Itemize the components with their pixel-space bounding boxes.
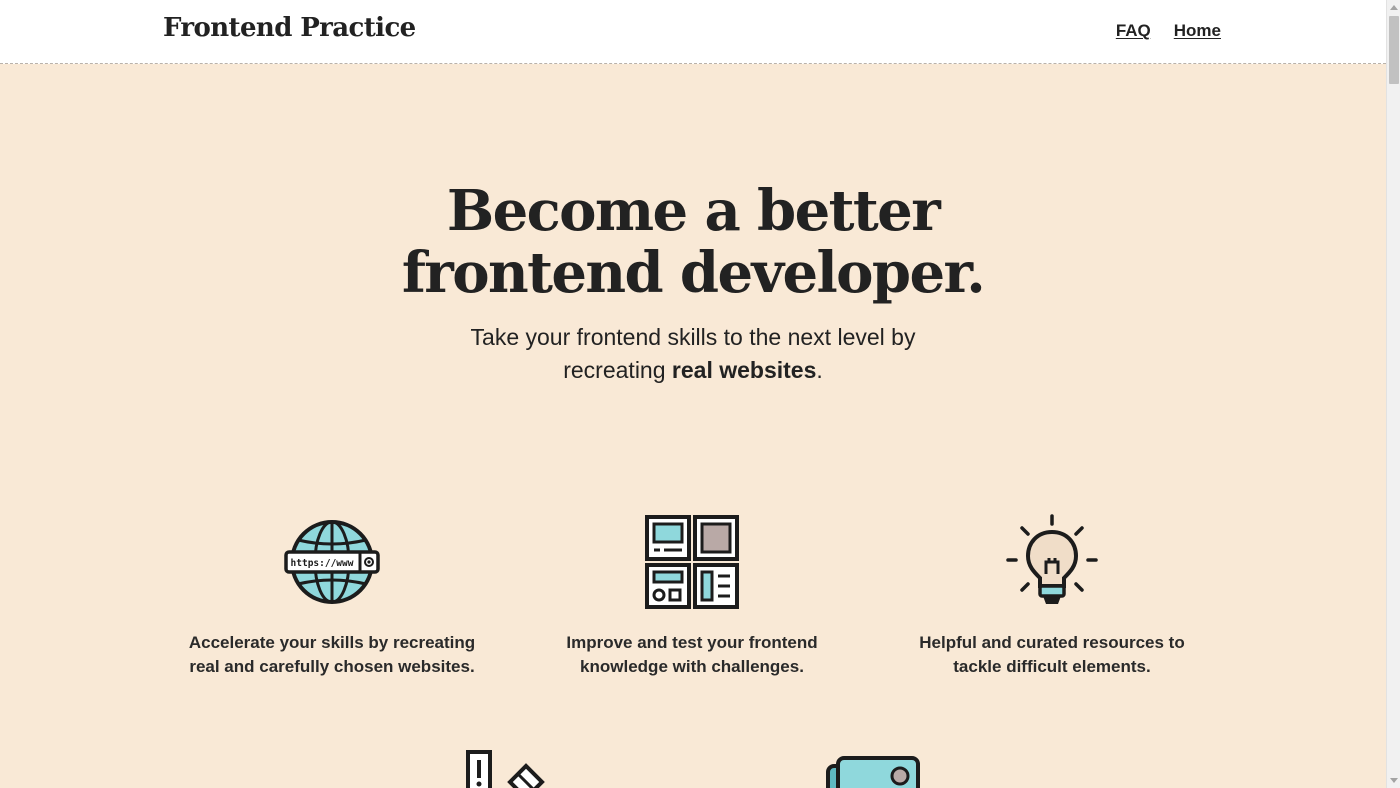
- hero-subtitle-emphasis: real websites: [671, 357, 817, 383]
- vertical-scrollbar[interactable]: [1386, 0, 1400, 788]
- hero-title-line-2: frontend developer.: [401, 240, 986, 306]
- image-icon: [822, 754, 922, 788]
- ruler-pencil-icon: [460, 748, 560, 788]
- nav-link-home[interactable]: Home: [1174, 21, 1221, 41]
- scroll-up-arrow-icon[interactable]: [1390, 5, 1398, 10]
- layout-grid-icon: [644, 514, 740, 610]
- feature-text-line-2: real and carefully chosen websites.: [189, 657, 475, 676]
- feature-text-line-1: Improve and test your frontend: [566, 633, 818, 652]
- hero-subtitle-line-2: recreating real websites.: [0, 354, 1386, 387]
- lightbulb-icon: [1004, 514, 1100, 610]
- feature-text: Improve and test your frontend knowledge…: [532, 631, 852, 679]
- hero-subtitle-line-1: Take your frontend skills to the next le…: [470, 324, 916, 350]
- scroll-down-arrow-icon[interactable]: [1390, 778, 1398, 783]
- feature-challenges: Improve and test your frontend knowledge…: [532, 514, 852, 679]
- feature-text: Helpful and curated resources to tackle …: [892, 631, 1212, 679]
- hero-subtitle: Take your frontend skills to the next le…: [0, 321, 1386, 387]
- hero-title: Become a better frontend developer.: [0, 180, 1386, 304]
- feature-resources: Helpful and curated resources to tackle …: [892, 514, 1212, 679]
- feature-text-line-1: Accelerate your skills by recreating: [188, 633, 476, 652]
- feature-text-line-1: Helpful and curated resources to: [919, 633, 1185, 652]
- url-bar-text: https://www: [291, 558, 354, 569]
- hero-subtitle-prefix: recreating: [563, 357, 672, 383]
- main-nav: FAQ Home: [1116, 21, 1221, 41]
- feature-text-line-2: knowledge with challenges.: [580, 657, 804, 676]
- page: Frontend Practice FAQ Home Become a bett…: [0, 0, 1400, 788]
- brand-logo[interactable]: Frontend Practice: [163, 13, 416, 43]
- nav-link-faq[interactable]: FAQ: [1116, 21, 1151, 41]
- hero-title-line-1: Become a better: [446, 178, 941, 244]
- hero-subtitle-suffix: .: [816, 357, 823, 383]
- feature-text: Accelerate your skills by recreating rea…: [172, 631, 492, 679]
- site-header: Frontend Practice FAQ Home: [0, 0, 1386, 64]
- scrollbar-thumb[interactable]: [1389, 16, 1399, 84]
- globe-icon: https://www: [284, 514, 380, 610]
- feature-text-line-2: tackle difficult elements.: [953, 657, 1151, 676]
- feature-recreate-websites: https://www Accelerate your skills by re…: [172, 514, 492, 679]
